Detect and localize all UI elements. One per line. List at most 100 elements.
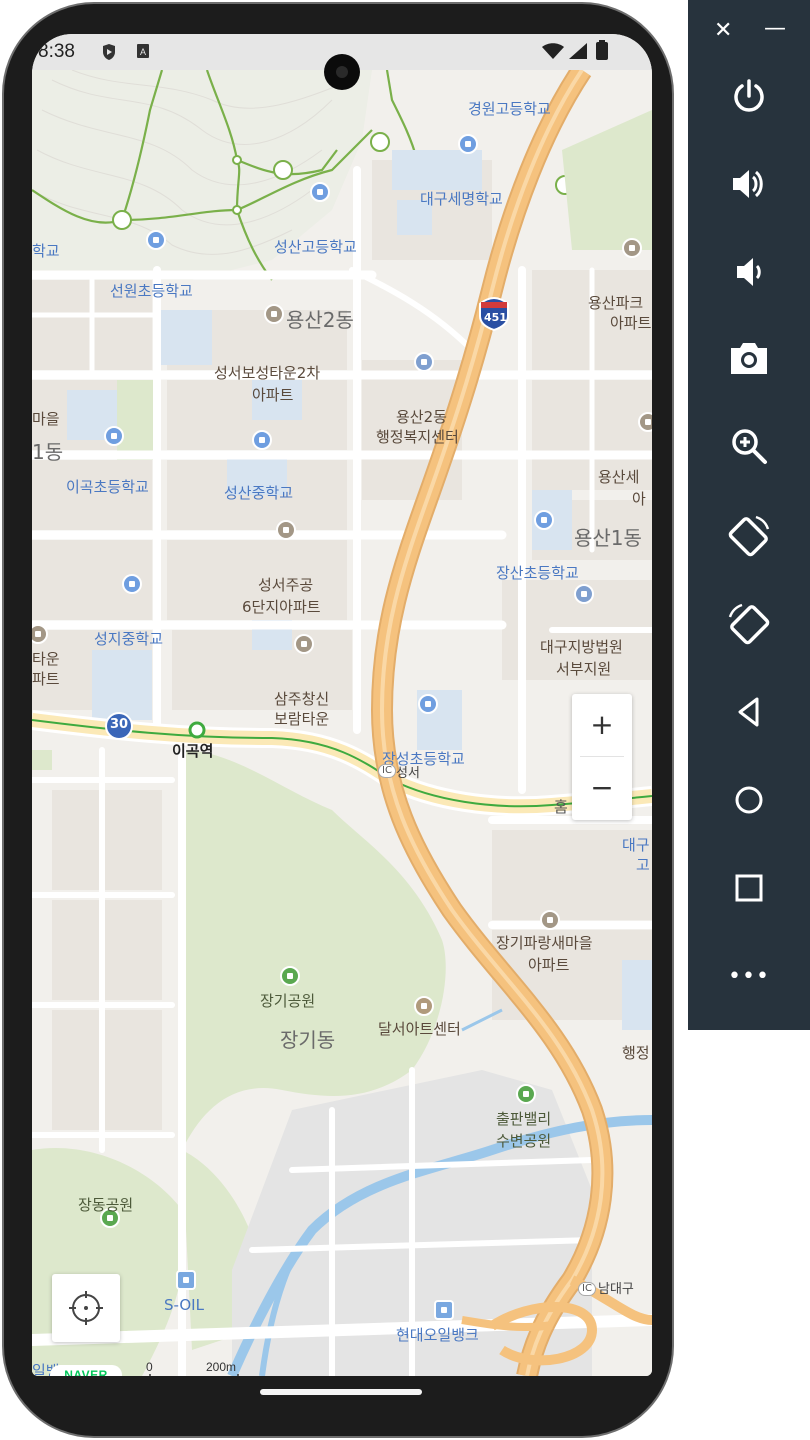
label-yongsan-se-2[interactable]: 아	[632, 490, 646, 508]
school-pin[interactable]	[146, 230, 166, 250]
scale-start: 0	[146, 1360, 153, 1374]
zoom-in-button[interactable]: +	[572, 694, 632, 756]
zoom-out-button[interactable]: −	[572, 757, 632, 819]
zoom-button[interactable]	[688, 416, 810, 476]
label-left-town-1[interactable]: 타운	[32, 650, 60, 668]
park-pin[interactable]	[280, 966, 300, 986]
volume-down-button[interactable]	[688, 242, 810, 302]
label-yongsan2-office-2[interactable]: 행정복지센터	[376, 428, 459, 446]
label-janggi-paran-1[interactable]: 장기파랑새마을	[496, 934, 593, 952]
apartment-pin[interactable]	[540, 910, 560, 930]
school-pin[interactable]	[122, 574, 142, 594]
art-center-pin[interactable]	[414, 996, 434, 1016]
rotate-left-icon	[728, 515, 770, 557]
current-location-button[interactable]	[52, 1274, 120, 1342]
label-court-1[interactable]: 대구지방법원	[540, 638, 623, 656]
naver-logo[interactable]: NAVER	[50, 1365, 122, 1376]
label-seonwon-elem[interactable]: 선원초등학교	[110, 282, 193, 300]
apartment-pin[interactable]	[638, 412, 652, 432]
school-pin[interactable]	[104, 426, 124, 446]
label-school-left[interactable]: 학교	[32, 242, 60, 260]
label-igok-station[interactable]: 이곡역	[172, 742, 213, 760]
label-soil[interactable]: S-OIL	[164, 1296, 204, 1314]
label-gyeongwon-high[interactable]: 경원고등학교	[468, 100, 551, 118]
label-samju-1[interactable]: 삼주창신	[274, 690, 329, 708]
government-office-pin[interactable]	[414, 352, 434, 372]
apartment-pin[interactable]	[294, 634, 314, 654]
label-samju-2[interactable]: 보람타운	[274, 710, 329, 728]
label-seoseo-jugong-2[interactable]: 6단지아파트	[242, 598, 321, 616]
power-icon	[734, 79, 764, 112]
label-court-2[interactable]: 서부지원	[556, 660, 611, 678]
minimize-icon[interactable]: —	[764, 16, 786, 41]
school-pin[interactable]	[310, 182, 330, 202]
label-seongseo-ic[interactable]: 성서	[396, 766, 420, 782]
gesture-nav-bar[interactable]	[260, 1389, 422, 1395]
label-yongsan-park-1[interactable]: 용산파크	[588, 294, 643, 312]
label-janggi-park[interactable]: 장기공원	[260, 992, 315, 1010]
school-pin[interactable]	[418, 694, 438, 714]
court-pin[interactable]	[574, 584, 594, 604]
label-janggi-paran-2[interactable]: 아파트	[528, 956, 569, 974]
home-icon	[735, 786, 763, 814]
label-yongsan1-dong: 용산1동	[574, 526, 642, 550]
school-pin[interactable]	[458, 134, 478, 154]
highway-number: 451	[484, 311, 507, 324]
apartment-pin[interactable]	[264, 304, 284, 324]
label-hyundai-oilbank[interactable]: 현대오일뱅크	[396, 1326, 479, 1344]
back-button[interactable]	[688, 682, 810, 742]
label-1-dong: 1동	[32, 440, 64, 464]
park-pin[interactable]	[516, 1084, 536, 1104]
apartment-pin[interactable]	[276, 520, 296, 540]
phone-frame: 8:38 A 451 30 경원고등학교 대구세명학교 성산고등학교 학교 선원…	[2, 2, 674, 1438]
gas-station-pin[interactable]	[176, 1270, 196, 1290]
label-seoboseong-1[interactable]: 성서보성타운2차	[214, 364, 320, 382]
home-button[interactable]	[688, 770, 810, 830]
label-yongsan-park-2[interactable]: 아파트	[610, 314, 651, 332]
label-seongji-middle[interactable]: 성지중학교	[94, 630, 163, 648]
power-button[interactable]	[688, 66, 810, 126]
screenshot-button[interactable]	[688, 328, 810, 388]
label-yongsan-se-1[interactable]: 용산세	[598, 468, 639, 486]
label-namdaegu[interactable]: 남대구	[598, 1282, 634, 1298]
close-icon[interactable]: ✕	[714, 18, 732, 43]
label-chulpan-2[interactable]: 수변공원	[496, 1132, 551, 1150]
rotate-left-button[interactable]	[688, 506, 810, 566]
overview-button[interactable]	[688, 858, 810, 918]
apartment-pin[interactable]	[622, 238, 642, 258]
camera-icon	[731, 343, 767, 374]
label-chulpan-1[interactable]: 출판밸리	[496, 1110, 551, 1128]
namdaegu-ic-badge: IC	[578, 1282, 596, 1296]
overview-icon	[735, 874, 763, 902]
label-haengjeong-right[interactable]: 행정	[622, 1044, 650, 1062]
school-pin[interactable]	[252, 430, 272, 450]
label-seoboseong-2[interactable]: 아파트	[252, 386, 293, 404]
label-hom: 홈	[554, 798, 568, 816]
phone-screen: 8:38 A 451 30 경원고등학교 대구세명학교 성산고등학교 학교 선원…	[32, 34, 652, 1376]
label-daegu-right-2[interactable]: 고	[636, 856, 650, 874]
gas-station-pin[interactable]	[434, 1300, 454, 1320]
label-seongsan-high[interactable]: 성산고등학교	[274, 238, 357, 256]
label-maeul[interactable]: 마을	[32, 410, 60, 428]
school-pin[interactable]	[534, 510, 554, 530]
label-jangsan-elem[interactable]: 장산초등학교	[496, 564, 579, 582]
station-marker	[188, 721, 206, 739]
volume-up-button[interactable]	[688, 154, 810, 214]
label-jangdong-park[interactable]: 장동공원	[78, 1196, 133, 1214]
more-button[interactable]: •••	[688, 946, 810, 1006]
play-protect-icon	[103, 44, 115, 60]
label-daegu-right-1[interactable]: 대구	[622, 836, 650, 854]
label-seongsan-middle[interactable]: 성산중학교	[224, 484, 293, 502]
label-daegu-semyeong[interactable]: 대구세명학교	[420, 190, 503, 208]
rotate-right-button[interactable]	[688, 594, 810, 654]
label-yongsan2-office-1[interactable]: 용산2동	[396, 408, 447, 426]
label-jangseong-elem[interactable]: 장성초등학교	[382, 750, 465, 768]
front-camera	[324, 54, 360, 90]
cell-signal-icon	[569, 43, 587, 59]
label-igok-elem[interactable]: 이곡초등학교	[66, 478, 149, 496]
label-seoseo-jugong-1[interactable]: 성서주공	[258, 576, 313, 594]
label-left-town-2[interactable]: 파트	[32, 670, 60, 688]
naver-map[interactable]: 451 30 경원고등학교 대구세명학교 성산고등학교 학교 선원초등학교 용산…	[32, 70, 652, 1376]
label-dalseo-art[interactable]: 달서아트센터	[378, 1020, 461, 1038]
back-icon	[738, 697, 759, 727]
